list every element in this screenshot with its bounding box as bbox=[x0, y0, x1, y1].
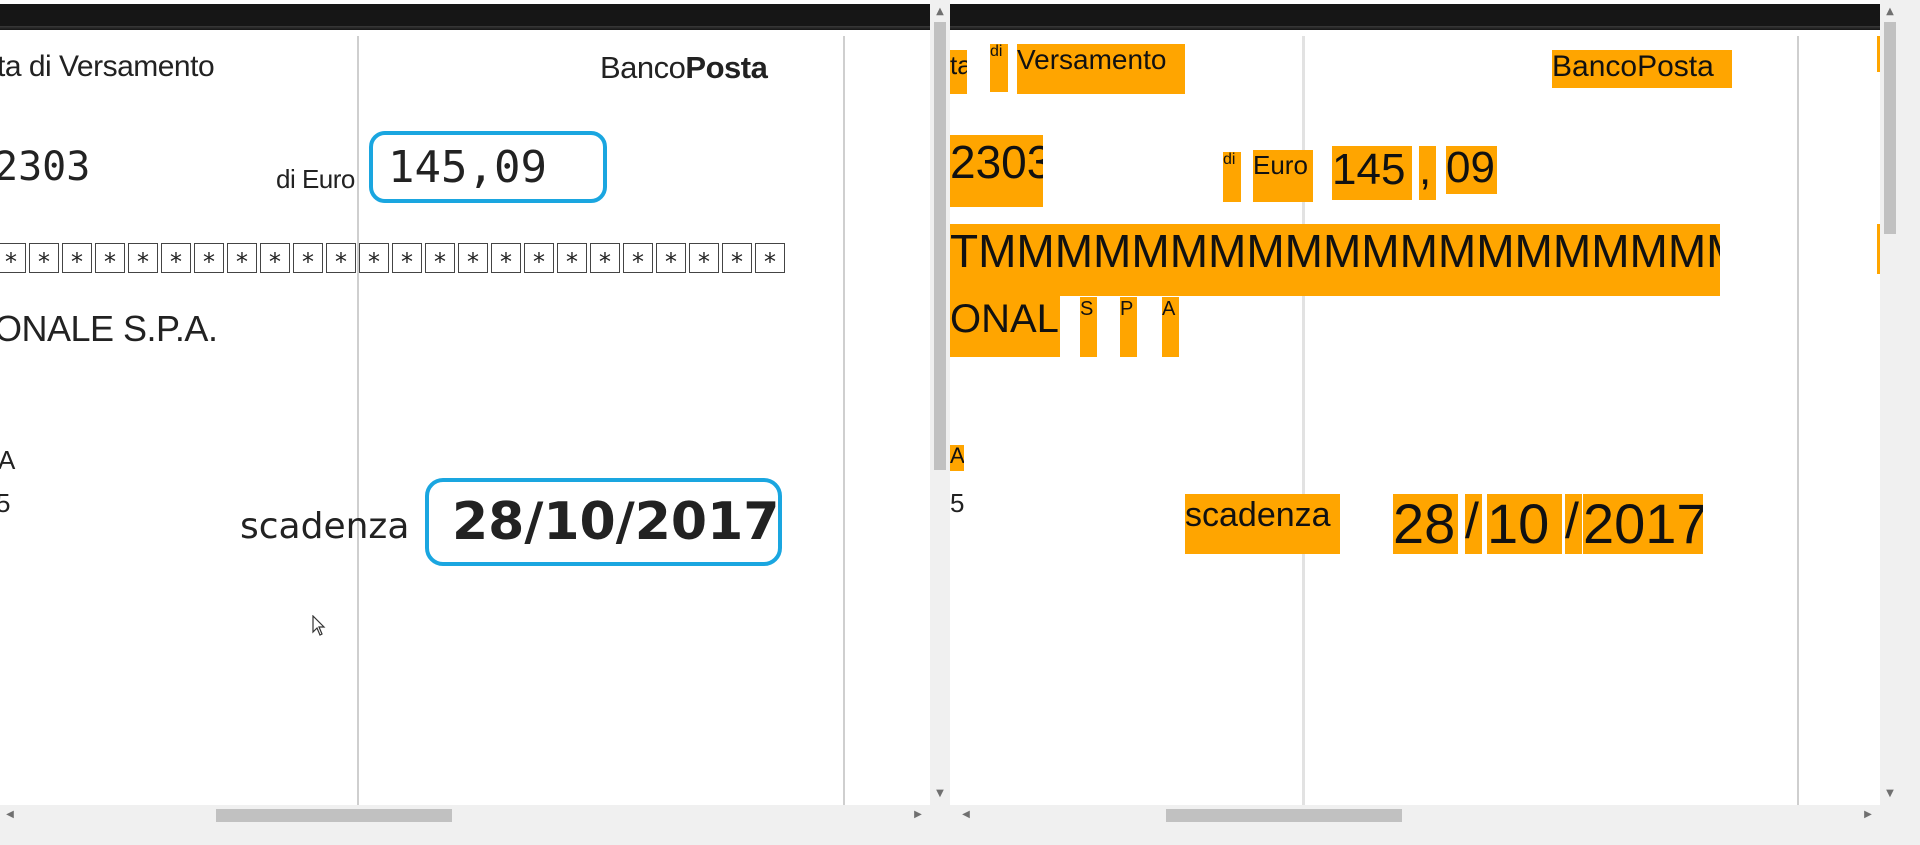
left-vertical-scrollbar[interactable]: ▲ ▼ bbox=[930, 0, 950, 805]
scroll-up-icon[interactable]: ▲ bbox=[1882, 4, 1898, 20]
scroll-up-icon[interactable]: ▲ bbox=[932, 4, 948, 20]
left-horizontal-scroll-thumb[interactable] bbox=[216, 809, 452, 822]
asterisk-cell: * bbox=[260, 243, 290, 274]
ocr-word: P bbox=[1120, 297, 1137, 357]
original-document-pane: ta di Versamento BancoPosta 2303 di Euro… bbox=[0, 0, 930, 805]
asterisk-cell: * bbox=[491, 243, 521, 274]
ocr-word: 2303 bbox=[950, 135, 1043, 207]
asterisk-cell: * bbox=[458, 243, 488, 274]
amount-value: 145,09 bbox=[388, 142, 547, 193]
asterisk-cell: * bbox=[359, 243, 389, 274]
fragment-5: 5 bbox=[0, 488, 10, 518]
asterisk-cell: * bbox=[62, 243, 92, 274]
ocr-word: 145 bbox=[1332, 146, 1412, 200]
asterisk-fill-row: * * * * * * * * * * * * * * * * * * * * * * * * bbox=[0, 243, 785, 274]
asterisk-cell: * bbox=[161, 243, 191, 274]
brand-banco: Banco bbox=[600, 50, 686, 85]
asterisk-cell: * bbox=[590, 243, 620, 274]
right-horizontal-scrollbar[interactable]: ◀ ▶ bbox=[950, 805, 1880, 825]
ocr-word: A bbox=[950, 445, 964, 471]
ocr-word: S bbox=[1080, 297, 1097, 357]
ocr-word: Versamento bbox=[1017, 44, 1185, 94]
asterisk-cell: * bbox=[722, 243, 752, 274]
fragment-a: A bbox=[0, 445, 15, 475]
ocr-word: 10 bbox=[1487, 494, 1562, 554]
asterisk-cell: * bbox=[326, 243, 356, 274]
brand-bancoposta: BancoPosta bbox=[600, 50, 768, 86]
asterisk-cell: * bbox=[95, 243, 125, 274]
ocr-word: ta bbox=[950, 50, 967, 94]
fragment-5: 5 bbox=[950, 488, 964, 518]
scroll-left-icon[interactable]: ◀ bbox=[2, 807, 18, 823]
ocr-word: 09 bbox=[1446, 146, 1497, 194]
asterisk-cell: * bbox=[0, 243, 26, 274]
asterisk-cell: * bbox=[755, 243, 785, 274]
payee-name: ONALE S.P.A. bbox=[0, 308, 218, 349]
ocr-word: / bbox=[1565, 494, 1582, 554]
di-euro-label: di Euro bbox=[276, 164, 355, 194]
asterisk-cell: * bbox=[425, 243, 455, 274]
asterisk-cell: * bbox=[524, 243, 554, 274]
scroll-left-icon[interactable]: ◀ bbox=[958, 807, 974, 823]
ocr-word: ONALE bbox=[950, 295, 1060, 357]
ocr-word: , bbox=[1419, 146, 1436, 200]
ocr-word: A bbox=[1162, 297, 1179, 357]
ocr-word: di bbox=[1223, 152, 1241, 202]
ocr-word: / bbox=[1465, 494, 1482, 554]
asterisk-cell: * bbox=[128, 243, 158, 274]
asterisk-cell: * bbox=[623, 243, 653, 274]
form-divider bbox=[357, 36, 359, 805]
asterisk-cell: * bbox=[392, 243, 422, 274]
asterisk-cell: * bbox=[227, 243, 257, 274]
ocr-word: scadenza bbox=[1185, 494, 1340, 554]
scroll-right-icon[interactable]: ▶ bbox=[1860, 807, 1876, 823]
ocr-word: di bbox=[990, 44, 1008, 92]
ocr-word: TMMMMMMMMMMMMMMMMMMMMMM bbox=[950, 224, 1720, 296]
form-divider bbox=[1797, 36, 1799, 805]
asterisk-cell: * bbox=[194, 243, 224, 274]
right-horizontal-scroll-thumb[interactable] bbox=[1166, 809, 1402, 822]
form-divider bbox=[843, 36, 845, 805]
asterisk-cell: * bbox=[29, 243, 59, 274]
account-number: 2303 bbox=[0, 144, 91, 190]
left-horizontal-scrollbar[interactable]: ◀ ▶ bbox=[0, 805, 930, 825]
scroll-down-icon[interactable]: ▼ bbox=[932, 786, 948, 802]
asterisk-cell: * bbox=[656, 243, 686, 274]
scan-top-border bbox=[950, 4, 1880, 30]
asterisk-cell: * bbox=[557, 243, 587, 274]
scroll-right-icon[interactable]: ▶ bbox=[910, 807, 926, 823]
due-date-value: 28/10/2017 bbox=[452, 492, 780, 552]
left-vertical-scroll-thumb[interactable] bbox=[934, 22, 946, 470]
brand-posta: Posta bbox=[685, 50, 768, 85]
ocr-word: Euro bbox=[1253, 150, 1313, 202]
asterisk-cell: * bbox=[689, 243, 719, 274]
right-vertical-scroll-thumb[interactable] bbox=[1884, 22, 1896, 234]
ocr-overlay-pane: ta di Versamento BancoPosta 2303 di Euro… bbox=[950, 0, 1880, 805]
asterisk-cell: * bbox=[293, 243, 323, 274]
ocr-word: 28 bbox=[1393, 494, 1458, 554]
scan-top-border bbox=[0, 4, 930, 30]
mouse-pointer-icon bbox=[312, 615, 326, 636]
ocr-word: BancoPosta bbox=[1552, 50, 1732, 88]
header-versamento: ta di Versamento bbox=[0, 50, 215, 83]
right-vertical-scrollbar[interactable]: ▲ ▼ bbox=[1880, 0, 1900, 805]
scadenza-label: scadenza bbox=[240, 506, 410, 547]
scroll-down-icon[interactable]: ▼ bbox=[1882, 786, 1898, 802]
ocr-word: 2017 bbox=[1583, 494, 1703, 554]
